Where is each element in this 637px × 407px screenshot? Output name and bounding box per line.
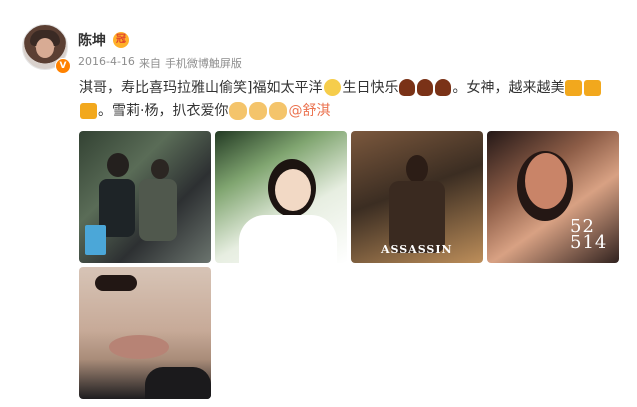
cake-icon [417,79,434,96]
verified-badge-icon: V [55,58,71,74]
post-photo-5[interactable] [79,267,211,399]
chair-shape [85,225,106,255]
vip-crown-icon: 冠 [113,32,129,48]
post-date[interactable]: 2016-4-16 [78,55,135,71]
beer-icon [565,79,583,96]
movie-title: ASSASSIN [381,243,453,256]
post-photo-4[interactable]: 52 514 [487,131,619,263]
user-avatar[interactable]: V [22,24,71,74]
person-body-shape [139,179,177,241]
post-photo-2[interactable] [215,131,347,263]
cake-icon [435,79,452,96]
pray-icon [324,79,342,96]
post-text-line-2: 。雪莉·杨，扒衣爱你 @舒淇 [79,99,624,122]
hug-icon [229,101,248,120]
post-meta: 2016-4-16 来自 手机微博触屏版 [78,55,242,71]
person-head-shape [151,159,169,179]
text-segment-4: 。雪莉·杨，扒衣爱你 [98,102,229,119]
character-head-shape [406,155,428,183]
username[interactable]: 陈坤 [78,30,106,50]
post-photo-1[interactable] [79,131,211,263]
beer-icon [584,79,602,96]
cake-icon [399,79,416,96]
eyebrow-shape [95,275,137,291]
source-prefix: 来自 [138,57,161,70]
white-dress-shape [239,215,337,263]
post-source[interactable]: 手机微博触屏版 [165,55,242,71]
post-text: 淇哥，寿比喜玛拉雅山偷笑]福如太平洋 生日快乐 。女神，越来越美 。雪莉·杨，扒… [79,76,624,122]
lips-shape [109,335,169,359]
beer-icon [80,102,97,119]
text-segment-2: 生日快乐 [342,79,399,96]
face-shape [275,169,311,211]
avatar-face-shape [36,38,54,58]
post-header: 陈坤 冠 [78,29,129,51]
photo-overlay-text: 52 514 [570,216,608,253]
text-segment-3: 。女神，越来越美 [452,79,565,96]
person-head-shape [107,153,129,177]
post-text-line-1: 淇哥，寿比喜玛拉雅山偷笑]福如太平洋 生日快乐 。女神，越来越美 [79,76,624,99]
text-segment-1: 淇哥，寿比喜玛拉雅山偷笑]福如太平洋 [79,79,323,96]
post-photo-3[interactable]: ASSASSIN [351,131,483,263]
face-shape [525,153,567,209]
hug-icon [269,101,288,120]
dark-clothing-shape [145,367,211,399]
hug-icon [249,101,268,120]
mention-link[interactable]: @舒淇 [288,100,330,122]
